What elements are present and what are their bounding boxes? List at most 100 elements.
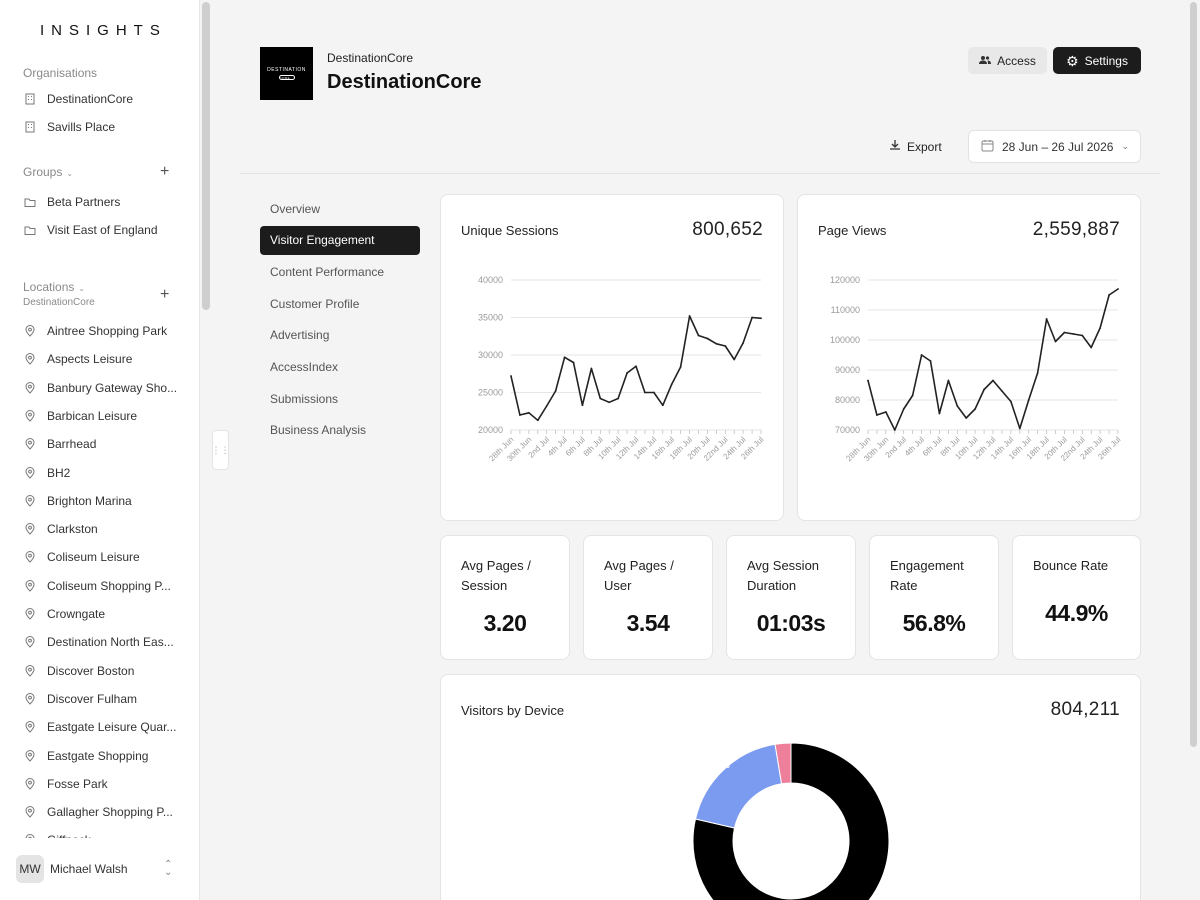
settings-button[interactable]: ⚙ Settings (1053, 47, 1141, 74)
stat-card-avg-session-duration: Avg Session Duration 01:03s (726, 535, 856, 660)
org-logo-text: DESTINATION (267, 67, 306, 73)
access-button[interactable]: Access (968, 47, 1047, 74)
subnav-item-advertising[interactable]: Advertising (260, 321, 420, 350)
sidebar-location-item[interactable]: Aspects Leisure (24, 348, 184, 370)
sidebar-org-destinationcore[interactable]: DestinationCore (24, 88, 184, 110)
data-point (599, 397, 602, 400)
date-range-value: 28 Jun – 26 Jul 2026 (1002, 139, 1114, 154)
stat-label: Avg Pages / User (604, 558, 674, 593)
user-menu[interactable]: MW Michael Walsh ⌃ ⌄ (0, 838, 199, 900)
sidebar-item-label: Crowngate (47, 607, 106, 621)
sidebar-location-item[interactable]: Destination North Eas... (24, 631, 184, 653)
sidebar-location-item[interactable]: Barrhead (24, 433, 184, 455)
sidebar-location-item[interactable]: Discover Boston (24, 660, 184, 682)
add-group-button[interactable]: + (160, 164, 169, 180)
subnav-item-business-analysis[interactable]: Business Analysis (260, 416, 420, 445)
sidebar-org-savills-place[interactable]: Savills Place (24, 116, 184, 138)
sidebar-location-item[interactable]: Barbican Leisure (24, 405, 184, 427)
sidebar-item-label: Brighton Marina (47, 493, 132, 508)
data-point (581, 404, 584, 407)
sidebar-location-item[interactable]: Discover Fulham (24, 688, 184, 710)
sidebar-item-label: Discover Fulham (47, 691, 138, 706)
card-title: Unique Sessions (461, 223, 559, 238)
data-point (1009, 400, 1012, 403)
main-scrollbar[interactable] (1190, 2, 1197, 747)
sidebar-location-item[interactable]: Coliseum Shopping P... (24, 575, 184, 597)
stat-label: Engagement Rate (890, 558, 964, 593)
gear-icon: ⚙ (1066, 52, 1079, 69)
settings-label: Settings (1084, 53, 1128, 68)
app-logo[interactable]: INSIGHTS (40, 22, 167, 39)
sidebar-location-item[interactable]: Gallagher Shopping P... (24, 801, 184, 823)
locations-label[interactable]: Locations ⌄ (23, 280, 85, 294)
sidebar-item-label: Visit East of England (47, 223, 158, 237)
data-point (572, 361, 575, 364)
map-pin-icon (24, 579, 36, 592)
data-point (1054, 340, 1057, 343)
card-title: Page Views (818, 223, 887, 238)
stat-value: 01:03s (756, 610, 826, 636)
subnav-item-content-performance[interactable]: Content Performance (260, 257, 420, 286)
data-point (635, 365, 637, 368)
map-pin-icon (24, 325, 36, 337)
data-point (563, 356, 566, 359)
subnav-item-overview[interactable]: Overview (260, 194, 420, 223)
sidebar-location-item[interactable]: Crowngate (24, 603, 184, 625)
data-point (1027, 399, 1030, 401)
sidebar-item-label: Savills Place (47, 120, 116, 134)
subnav-item-customer-profile[interactable]: Customer Profile (260, 289, 420, 318)
groups-label[interactable]: Groups ⌄ (23, 165, 73, 179)
sidebar-item-label: Banbury Gateway Sho... (47, 380, 178, 395)
sidebar-location-item[interactable]: Eastgate Leisure Quar... (24, 716, 184, 738)
data-point (661, 404, 664, 407)
sidebar-item-label: Fosse Park (47, 776, 108, 791)
data-point (626, 372, 628, 374)
stat-card-avg-pages-session: Avg Pages / Session 3.20 (440, 535, 570, 660)
data-point (1099, 327, 1102, 329)
sidebar-group-visit-east-of-england[interactable]: Visit East of England (24, 219, 184, 241)
sidebar-location-item[interactable]: Clarkston (24, 518, 184, 540)
map-pin-icon (24, 438, 36, 450)
page-views-card: Page Views 2,559,887 70000 80000 90000 1000… (797, 194, 1141, 521)
calendar-icon (981, 139, 994, 155)
export-button[interactable]: Export (889, 139, 942, 154)
sidebar-location-item[interactable]: BH2 (24, 462, 184, 484)
drag-handle-icon[interactable]: ⋮⋮ (212, 430, 230, 470)
sidebar-location-item[interactable]: Fosse Park (24, 773, 184, 795)
stat-value: 3.20 (483, 610, 527, 636)
data-point (510, 375, 512, 377)
map-pin-icon (24, 523, 36, 535)
sidebar-location-item[interactable]: Brighton Marina (24, 490, 184, 512)
sidebar-location-item[interactable]: Aintree Shopping Park (24, 320, 184, 342)
sidebar-group-beta-partners[interactable]: Beta Partners (24, 191, 184, 213)
sidebar-location-item[interactable]: Coliseum Leisure (24, 546, 184, 568)
y-tick-label: 100000 (830, 335, 860, 345)
data-point (992, 379, 994, 382)
visitors-by-device-card: Visitors by Device 804,211 78.6%18.8% (440, 674, 1141, 900)
visitors-by-device-chart: 78.6%18.8% (692, 742, 890, 900)
data-point (545, 405, 548, 407)
add-location-button[interactable]: + (160, 287, 169, 303)
data-point (644, 391, 646, 394)
date-range-picker[interactable]: 28 Jun – 26 Jul 2026 ⌄ (968, 130, 1141, 163)
subnav-item-accessindex[interactable]: AccessIndex (260, 353, 420, 382)
data-point (876, 414, 878, 416)
sidebar-item-label: DestinationCore (47, 92, 134, 106)
map-pin-icon (24, 777, 36, 790)
subnav-item-visitor-engagement[interactable]: Visitor Engagement (260, 225, 420, 255)
data-point (1072, 333, 1075, 335)
chevron-up-down-icon[interactable]: ⌃ ⌄ (164, 860, 172, 878)
data-point (733, 358, 736, 361)
sidebar-scrollbar[interactable] (202, 2, 210, 310)
data-point (929, 360, 932, 362)
pie-slice[interactable] (694, 743, 783, 829)
sidebar-location-item[interactable]: Eastgate Shopping (24, 745, 184, 767)
chevron-down-icon: ⌄ (66, 169, 74, 178)
data-point (1036, 372, 1039, 374)
data-point (527, 411, 530, 414)
sidebar-location-item[interactable]: Banbury Gateway Sho... (24, 377, 184, 399)
organisations-label: Organisations (23, 66, 98, 80)
data-point (751, 316, 753, 319)
header-divider (240, 173, 1160, 174)
subnav-item-submissions[interactable]: Submissions (260, 384, 420, 413)
